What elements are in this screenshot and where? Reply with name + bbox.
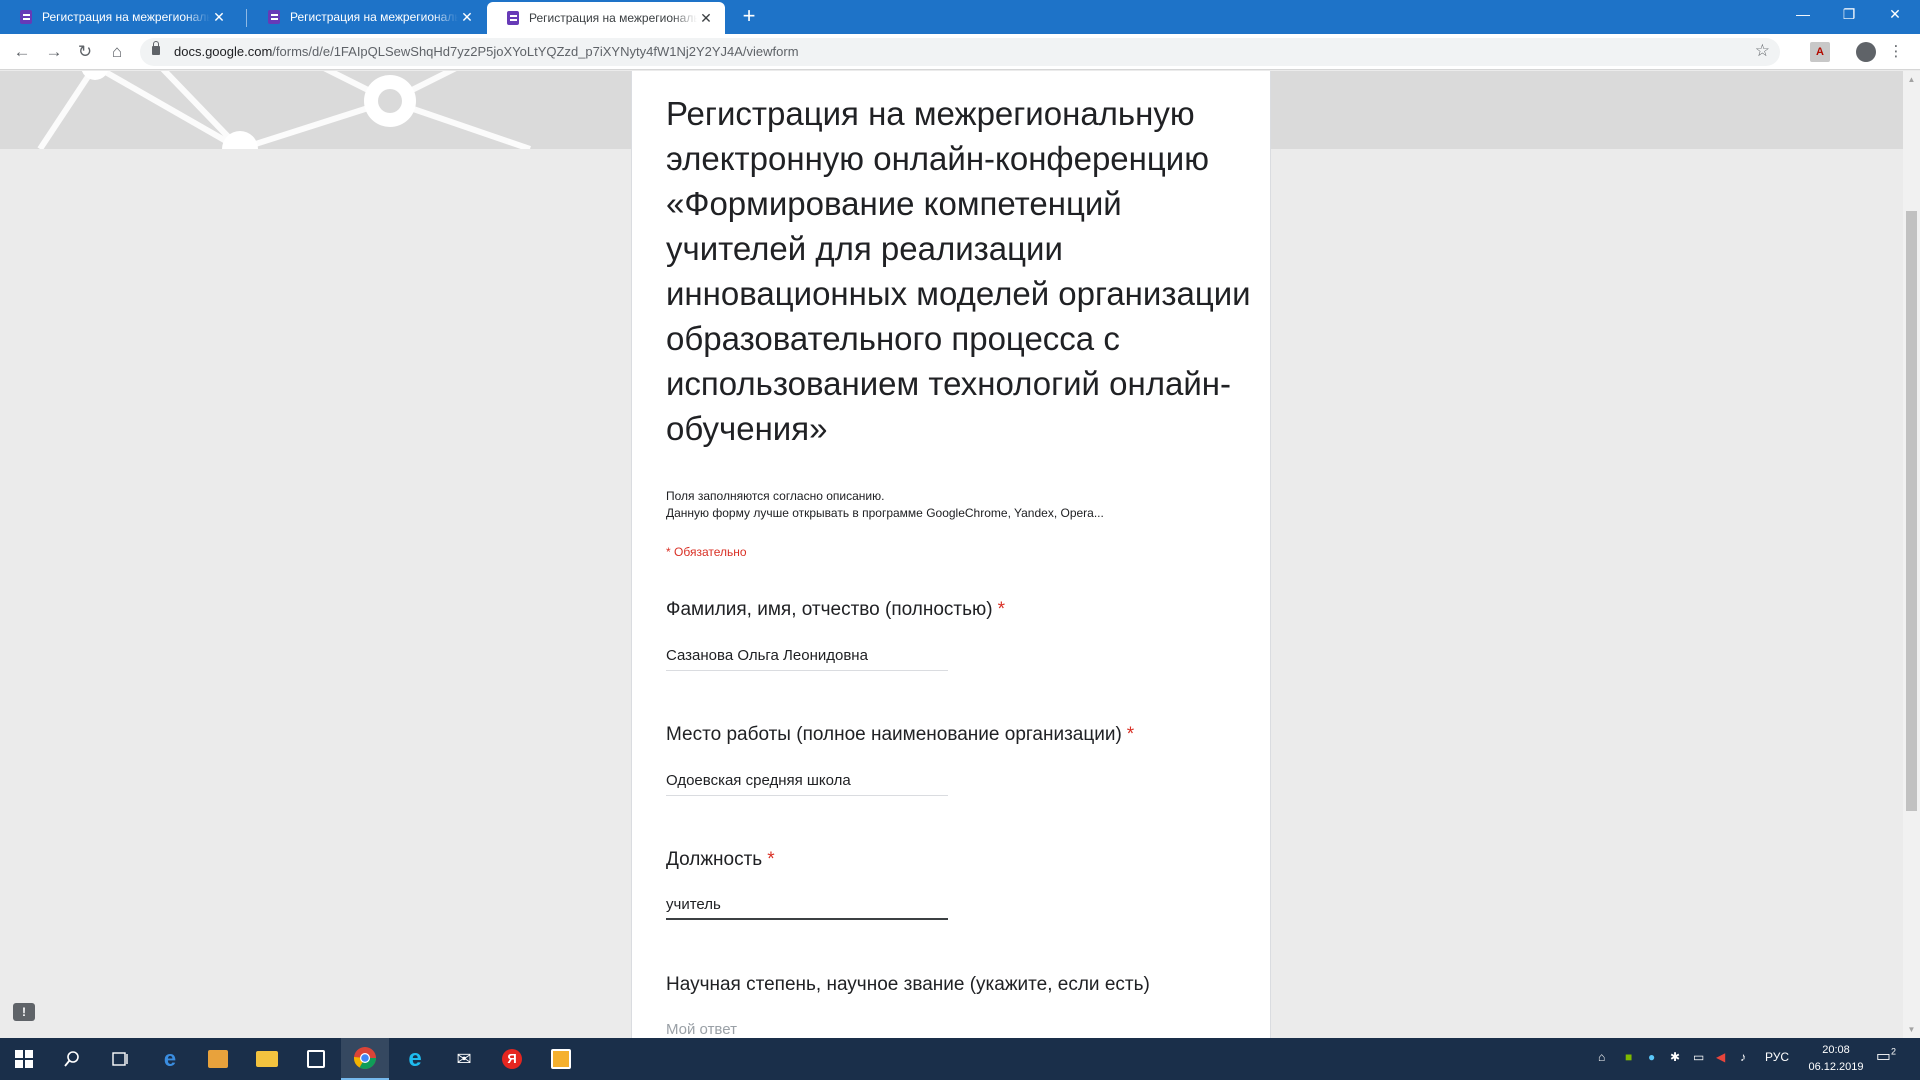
menu-kebab-icon[interactable]: ⋮ — [1886, 42, 1906, 62]
yandex-taskbar-button[interactable]: Я — [488, 1038, 536, 1080]
input-language[interactable]: РУС — [1765, 1050, 1789, 1064]
google-forms-icon — [20, 10, 32, 24]
folder-icon — [256, 1051, 278, 1067]
minimize-button[interactable]: — — [1780, 0, 1826, 30]
bookmark-star-icon[interactable]: ☆ — [1755, 41, 1770, 61]
scrollbar-thumb[interactable] — [1906, 211, 1917, 811]
question-text: Место работы (полное наименование органи… — [666, 724, 1122, 745]
required-note: * Обязательно — [666, 545, 747, 559]
display-icon[interactable]: ▭ — [1693, 1050, 1704, 1064]
question-degree-label: Научная степень, научное звание (укажите… — [666, 974, 1150, 996]
google-forms-icon — [507, 11, 519, 25]
windows-logo-icon — [15, 1050, 33, 1068]
nvidia-icon[interactable]: ■ — [1625, 1050, 1632, 1064]
windows-taskbar: e e ✉ Я ⌂ ■ ● ✱ ▭ ◀ ♪ РУС 20:08 06.12.20… — [0, 1038, 1920, 1080]
question-text: Должность — [666, 849, 763, 870]
browser-tab-1[interactable]: Регистрация на межрегиональную ✕ — [0, 0, 238, 34]
clock-time: 20:08 — [1822, 1044, 1850, 1056]
position-input[interactable] — [666, 890, 948, 920]
media-player-icon — [208, 1050, 228, 1068]
app-taskbar-button[interactable] — [537, 1038, 585, 1080]
internet-explorer-icon: e — [408, 1045, 422, 1072]
new-tab-button[interactable]: + — [736, 4, 762, 30]
question-full-name-label: Фамилия, имя, отчество (полностью) * — [666, 599, 1005, 621]
pdf-extension-icon[interactable]: A — [1810, 42, 1830, 62]
restore-button[interactable]: ❐ — [1826, 0, 1872, 30]
full-name-input[interactable] — [666, 641, 948, 671]
search-icon — [64, 1051, 79, 1067]
browser-title-bar: Регистрация на межрегиональную ✕ Регистр… — [0, 0, 1920, 34]
speaker-muted-icon[interactable]: ◀ — [1716, 1050, 1725, 1064]
mail-icon: ✉ — [456, 1048, 472, 1069]
search-button[interactable] — [48, 1038, 96, 1080]
network-status-icon[interactable]: ⌂ — [1598, 1050, 1605, 1064]
page-scrollbar[interactable]: ▲ ▼ — [1903, 71, 1920, 1038]
description-line: Данную форму лучше открывать в программе… — [666, 506, 1104, 520]
lock-icon — [152, 41, 160, 55]
browser-tab-2[interactable]: Регистрация на межрегиональную ✕ — [248, 0, 486, 34]
question-text: Научная степень, научное звание (укажите… — [666, 974, 1150, 995]
store-bag-icon — [307, 1050, 325, 1068]
browser-tab-3-active[interactable]: Регистрация на межрегиональную ✕ — [487, 2, 725, 34]
clock-date: 06.12.2019 — [1808, 1061, 1864, 1073]
feedback-icon[interactable]: ! — [13, 1003, 35, 1021]
required-asterisk: * — [767, 849, 775, 870]
close-icon[interactable]: ✕ — [697, 10, 715, 27]
notification-count: 2 — [1891, 1046, 1897, 1057]
profile-avatar-icon[interactable] — [1856, 42, 1876, 62]
internet-explorer-taskbar-button[interactable]: e — [391, 1038, 439, 1080]
form-description: Поля заполняются согласно описанию. Данн… — [666, 488, 1104, 522]
tray-app-icon[interactable]: ● — [1648, 1050, 1655, 1064]
browser-toolbar: ← → ↻ ⌂ docs.google.com/forms/d/e/1FAIpQ… — [0, 34, 1920, 70]
tab-divider — [246, 9, 247, 27]
edge-taskbar-button[interactable]: e — [146, 1038, 194, 1080]
page-viewport: Регистрация на межрегиональную электронн… — [0, 71, 1903, 1038]
media-player-taskbar-button[interactable] — [194, 1038, 242, 1080]
home-icon[interactable]: ⌂ — [105, 40, 129, 64]
form-card: Регистрация на межрегиональную электронн… — [631, 71, 1271, 1038]
address-bar[interactable]: docs.google.com/forms/d/e/1FAIpQLSewShqH… — [140, 38, 1780, 66]
tab-title: Регистрация на межрегиональную — [290, 10, 458, 24]
question-text: Фамилия, имя, отчество (полностью) — [666, 599, 993, 620]
windows-start-button[interactable] — [0, 1038, 48, 1080]
yandex-browser-icon: Я — [502, 1049, 522, 1069]
reload-icon[interactable]: ↻ — [73, 40, 97, 64]
back-arrow-icon[interactable]: ← — [10, 40, 34, 64]
scroll-down-arrow-icon[interactable]: ▼ — [1903, 1021, 1920, 1038]
close-icon[interactable]: ✕ — [210, 9, 228, 26]
tab-title: Регистрация на межрегиональную — [529, 11, 697, 25]
url-text[interactable]: docs.google.com/forms/d/e/1FAIpQLSewShqH… — [174, 44, 799, 59]
workplace-input[interactable] — [666, 766, 948, 796]
app-icon — [551, 1049, 571, 1069]
required-asterisk: * — [1126, 724, 1135, 745]
chrome-taskbar-button[interactable] — [341, 1038, 389, 1080]
edge-browser-icon: e — [163, 1046, 177, 1071]
scroll-up-arrow-icon[interactable]: ▲ — [1903, 71, 1920, 88]
notification-icon: ▭ — [1875, 1048, 1892, 1065]
close-window-button[interactable]: ✕ — [1872, 0, 1918, 30]
google-forms-icon — [268, 10, 280, 24]
description-line: Поля заполняются согласно описанию. — [666, 489, 885, 503]
system-clock[interactable]: 20:08 06.12.2019 — [1800, 1042, 1872, 1076]
store-taskbar-button[interactable] — [292, 1038, 340, 1080]
bluetooth-icon[interactable]: ✱ — [1670, 1050, 1680, 1064]
degree-input[interactable] — [666, 1015, 948, 1038]
question-workplace-label: Место работы (полное наименование органи… — [666, 724, 1134, 746]
volume-icon[interactable]: ♪ — [1740, 1050, 1746, 1064]
close-icon[interactable]: ✕ — [458, 9, 476, 26]
file-explorer-taskbar-button[interactable] — [243, 1038, 291, 1080]
forward-arrow-icon[interactable]: → — [42, 40, 66, 64]
tab-title: Регистрация на межрегиональную — [42, 10, 210, 24]
chrome-icon — [354, 1047, 376, 1069]
form-title: Регистрация на межрегиональную электронн… — [666, 95, 1251, 447]
task-view-button[interactable] — [96, 1038, 144, 1080]
mail-taskbar-button[interactable]: ✉ — [440, 1038, 488, 1080]
url-host: docs.google.com — [174, 44, 273, 59]
required-asterisk: * — [997, 599, 1005, 620]
question-position-label: Должность * — [666, 849, 775, 871]
action-center-button[interactable]: ▭2 — [1872, 1046, 1900, 1072]
url-path: /forms/d/e/1FAIpQLSewShqHd7yz2P5joXYoLtY… — [272, 44, 799, 59]
task-view-icon — [112, 1052, 128, 1066]
